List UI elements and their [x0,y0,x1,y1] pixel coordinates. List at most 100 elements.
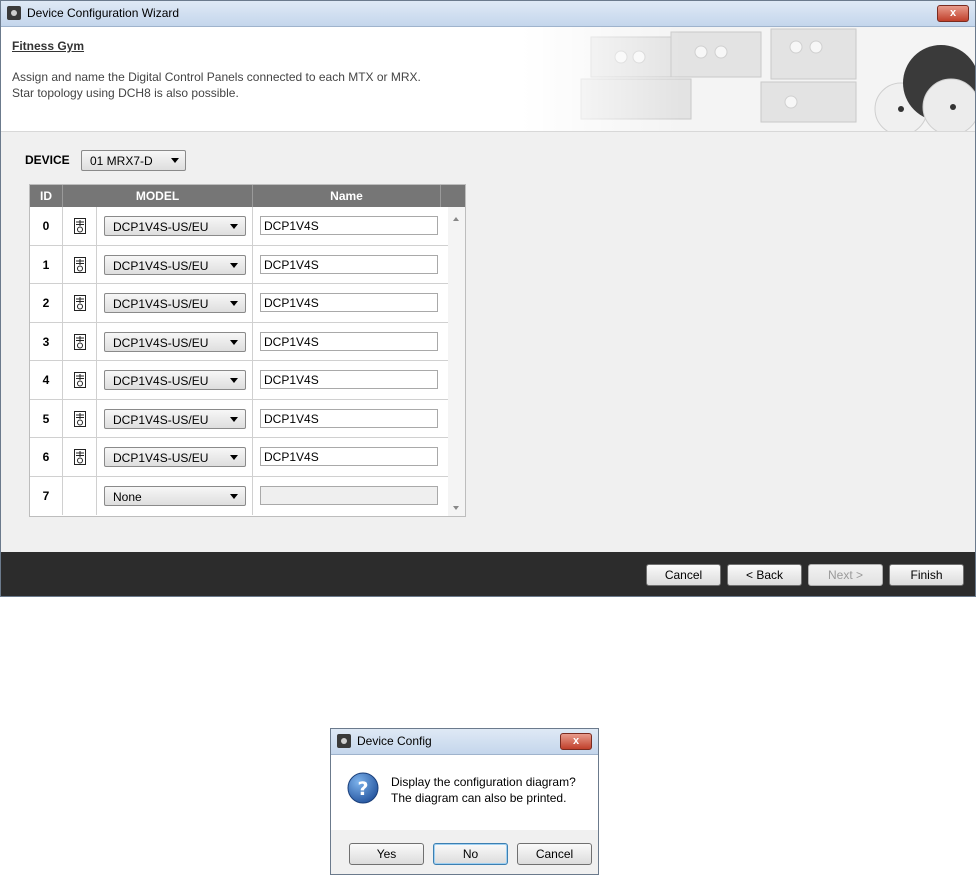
device-select-value: 01 MRX7-D [90,154,153,168]
chevron-down-icon [230,301,238,306]
device-select[interactable]: 01 MRX7-D [81,150,186,171]
close-button[interactable]: x [937,5,969,22]
row-icon-cell [63,284,97,322]
description-line-2: Star topology using DCH8 is also possibl… [12,86,239,100]
row-name-cell: DCP1V4S [253,438,448,476]
no-button[interactable]: No [433,843,508,865]
wizard-title: Device Configuration Wizard [27,6,180,20]
header-equipment-image [521,27,975,131]
table-row: 1 DCP1V4S-US/EU DCP1V4S [30,245,448,284]
table-row: 0 DCP1V4S-US/EU DCP1V4S [30,207,448,246]
model-select-value: DCP1V4S-US/EU [113,220,209,234]
scroll-up-icon[interactable] [453,217,459,221]
column-header-id: ID [30,185,63,207]
next-button: Next > [808,564,883,586]
finish-button[interactable]: Finish [889,564,964,586]
close-icon: x [572,735,580,747]
column-header-spacer [441,185,465,207]
wizard-header: Fitness Gym Assign and name the Digital … [1,27,975,132]
control-panel-icon [74,333,86,350]
row-icon-cell [63,438,97,476]
model-select[interactable]: DCP1V4S-US/EU [104,447,246,467]
yes-button[interactable]: Yes [349,843,424,865]
row-model-cell: DCP1V4S-US/EU [97,284,253,322]
row-id: 5 [30,399,63,437]
row-model-cell: DCP1V4S-US/EU [97,207,253,245]
row-model-cell: None [97,476,253,515]
row-model-cell: DCP1V4S-US/EU [97,399,253,437]
back-button[interactable]: < Back [727,564,802,586]
model-select[interactable]: DCP1V4S-US/EU [104,370,246,390]
control-panel-icon [74,256,86,273]
model-select[interactable]: DCP1V4S-US/EU [104,216,246,236]
row-name-cell: DCP1V4S [253,400,448,438]
model-select[interactable]: None [104,485,246,506]
row-id: 4 [30,361,63,399]
name-input[interactable]: DCP1V4S [260,331,438,351]
chevron-down-icon [230,455,238,460]
dialog-title: Device Config [357,734,432,748]
dialog-body: ? Display the configuration diagram? The… [331,755,598,830]
name-input[interactable]: DCP1V4S [260,408,438,428]
model-select[interactable]: DCP1V4S-US/EU [104,331,246,352]
model-select-value: DCP1V4S-US/EU [113,335,209,350]
scroll-down-icon[interactable] [453,506,459,510]
description-line-1: Assign and name the Digital Control Pane… [12,70,421,84]
table-row: 4 DCP1V4S-US/EU DCP1V4S [30,361,448,400]
chevron-down-icon [171,158,179,163]
model-select[interactable]: DCP1V4S-US/EU [104,254,246,275]
model-select-value: DCP1V4S-US/EU [113,374,209,388]
table-scrollbar[interactable] [448,207,465,516]
site-name: Fitness Gym [12,39,85,53]
dialog-message-line-2: The diagram can also be printed. [391,791,567,805]
table-row: 3 DCP1V4S-US/EU DCP1V4S [30,322,448,361]
question-icon: ? [347,772,379,804]
row-model-cell: DCP1V4S-US/EU [97,361,253,399]
control-panel-icon [74,218,86,234]
wizard-footer: Cancel < Back Next > Finish [1,552,975,596]
row-icon-cell [63,322,97,360]
name-input[interactable]: DCP1V4S [260,254,438,274]
dialog-titlebar[interactable]: Device Config x [331,729,598,755]
name-input[interactable]: DCP1V4S [260,447,438,466]
row-name-cell: DCP1V4S [253,323,448,361]
device-config-dialog: Device Config x ? Display the configurat… [330,728,599,875]
name-input[interactable]: DCP1V4S [260,370,438,389]
model-select[interactable]: DCP1V4S-US/EU [104,408,246,429]
chevron-down-icon [230,262,238,268]
model-select-value: DCP1V4S-US/EU [113,412,209,427]
name-input[interactable]: DCP1V4S [260,216,438,235]
row-name-cell: DCP1V4S [253,284,448,322]
model-select-value: None [113,489,142,504]
row-icon-cell [63,361,97,399]
svg-text:?: ? [357,778,368,800]
table-row: 6 DCP1V4S-US/EU DCP1V4S [30,438,448,477]
dialog-cancel-button[interactable]: Cancel [517,843,592,865]
row-id: 7 [30,476,63,515]
chevron-down-icon [230,416,238,422]
dialog-close-button[interactable]: x [560,733,592,750]
row-model-cell: DCP1V4S-US/EU [97,322,253,360]
column-header-name: Name [253,185,441,207]
row-model-cell: DCP1V4S-US/EU [97,245,253,283]
column-header-model: MODEL [63,185,253,207]
cancel-button[interactable]: Cancel [646,564,721,586]
wizard-titlebar[interactable]: Device Configuration Wizard x [1,1,975,27]
chevron-down-icon [230,378,238,383]
model-select[interactable]: DCP1V4S-US/EU [104,293,246,313]
row-id: 0 [30,207,63,245]
row-id: 1 [30,245,63,283]
wizard-window: Device Configuration Wizard x Fitness Gy… [0,0,976,597]
row-name-cell: DCP1V4S [253,207,448,245]
app-icon [337,734,351,748]
row-name-cell: DCP1V4S [253,361,448,399]
model-select-value: DCP1V4S-US/EU [113,258,209,273]
row-id: 6 [30,438,63,476]
row-name-cell [253,477,448,516]
chevron-down-icon [230,224,238,229]
row-icon-cell [63,207,97,245]
table-row: 2 DCP1V4S-US/EU DCP1V4S [30,284,448,323]
row-model-cell: DCP1V4S-US/EU [97,438,253,476]
row-icon-cell [63,399,97,437]
name-input[interactable]: DCP1V4S [260,293,438,312]
